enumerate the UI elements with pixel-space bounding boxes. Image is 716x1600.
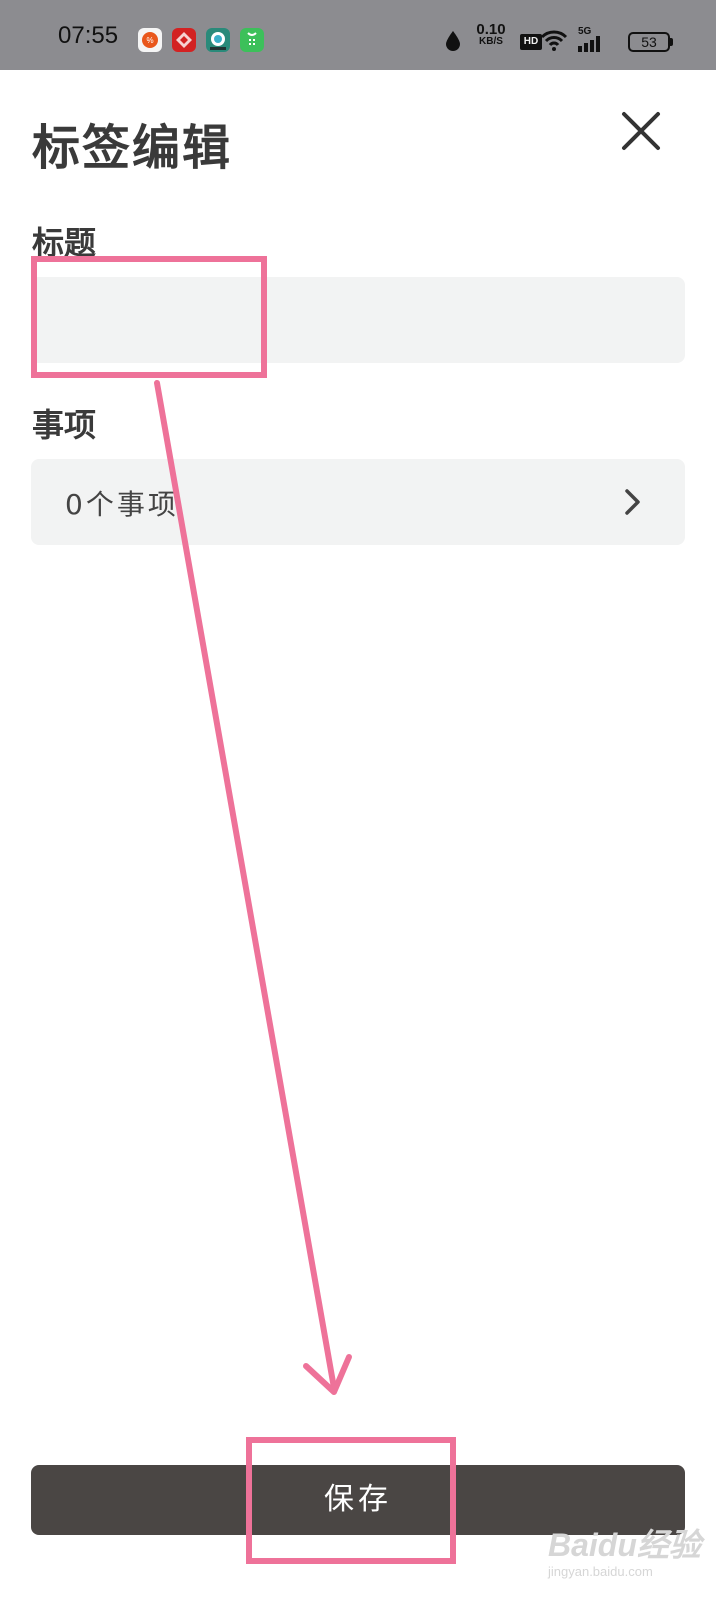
wifi-icon [540, 28, 568, 58]
network-speed-value: 0.10 [476, 21, 506, 38]
page-title: 标签编辑 [32, 120, 233, 176]
network-speed: 0.10 KB/S [472, 22, 510, 47]
battery-indicator: 53 [628, 32, 673, 52]
network-speed-unit: KB/S [479, 36, 503, 47]
items-row[interactable]: 0个事项 [31, 459, 685, 545]
chevron-right-icon [621, 487, 645, 517]
status-bar: 07:55 % 0.10 KB/S HD 5G 53 [0, 0, 716, 70]
save-button-highlight [246, 1437, 456, 1564]
items-count: 0个事项 [65, 488, 179, 521]
close-button[interactable] [618, 108, 664, 154]
title-input-highlight [31, 256, 267, 378]
annotation-arrow [154, 380, 352, 1395]
watermark-url: jingyan.baidu.com [548, 1564, 653, 1579]
app-notification-icon [240, 28, 264, 52]
watermark-brand: Baidu经验 [548, 1527, 701, 1563]
items-label: 事项 [32, 406, 97, 444]
signal-icon [578, 36, 604, 66]
app-notification-icon [206, 28, 230, 52]
baidu-watermark: Baidu经验 jingyan.baidu.com [548, 1520, 701, 1579]
app-notification-icon [172, 28, 196, 52]
status-time: 07:55 [58, 22, 119, 49]
water-drop-icon [444, 30, 462, 60]
svg-text:%: % [146, 36, 153, 45]
app-notification-icon: % [138, 28, 162, 52]
hd-badge: HD [520, 34, 542, 50]
close-icon [622, 112, 660, 150]
